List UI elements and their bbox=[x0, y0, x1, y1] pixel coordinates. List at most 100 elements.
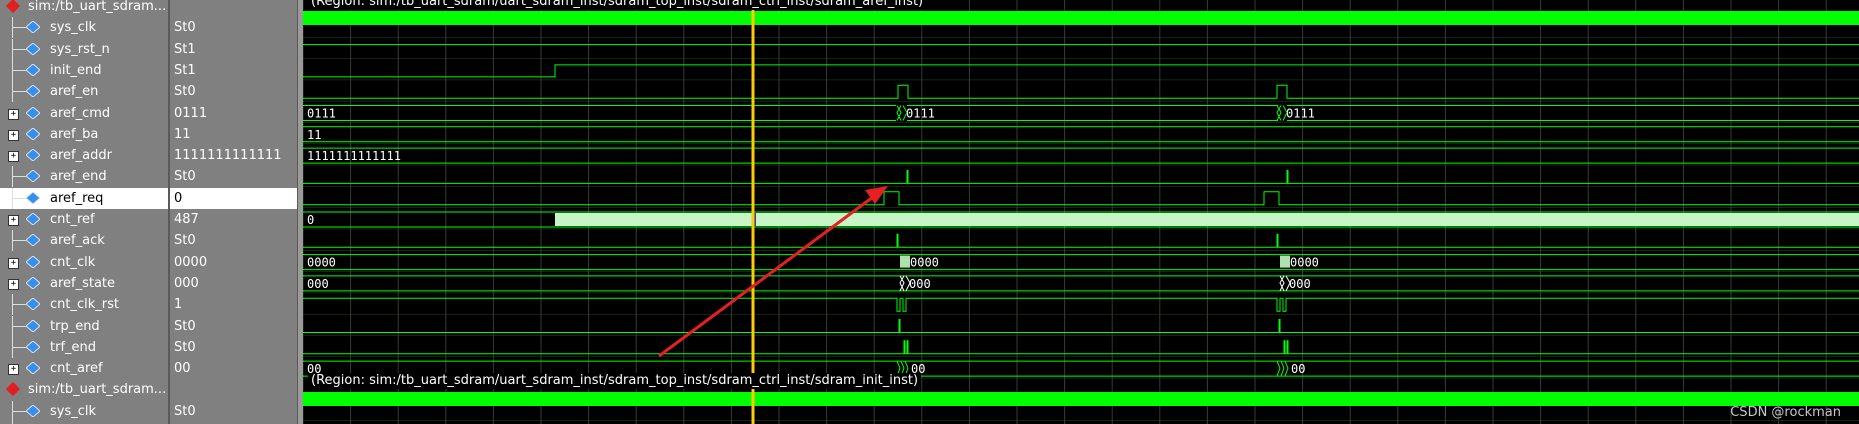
signal-name: aref_req bbox=[50, 190, 104, 206]
signal-row[interactable]: trp_end bbox=[0, 315, 168, 337]
region-label: (Region: sim:/tb_uart_sdram/uart_sdram_i… bbox=[308, 373, 922, 389]
signal-name: sys_rst_n bbox=[50, 41, 110, 57]
signal-value: 0 bbox=[170, 187, 297, 209]
signal-value: 0000 bbox=[174, 254, 208, 270]
bus-value-label: 00 bbox=[1291, 362, 1305, 376]
signal-icon bbox=[26, 234, 40, 247]
group-header[interactable]: sim:/tb_uart_sdram... bbox=[0, 0, 168, 17]
group-label: sim:/tb_uart_sdram... bbox=[28, 0, 167, 14]
signal-row[interactable]: sys_clk bbox=[0, 17, 168, 39]
signal-name: aref_end bbox=[50, 169, 107, 185]
signal-value: St0 bbox=[174, 20, 196, 36]
signal-name: aref_ba bbox=[50, 126, 99, 142]
signal-row[interactable]: init_end bbox=[0, 59, 168, 81]
signal-icon bbox=[26, 213, 40, 225]
signal-icon bbox=[26, 255, 40, 268]
signal-name: sys_clk bbox=[50, 403, 97, 419]
signal-name: aref_ack bbox=[50, 233, 105, 249]
signal-row[interactable]: aref_ack bbox=[0, 230, 168, 252]
signal-name: aref_en bbox=[50, 84, 99, 100]
bus-value-label: 0000 bbox=[307, 256, 336, 270]
signal-name: cnt_aref bbox=[50, 361, 103, 377]
signal-icon bbox=[26, 106, 40, 119]
signal-icon bbox=[26, 340, 40, 353]
signal-row[interactable]: aref_end bbox=[0, 166, 168, 188]
expand-icon[interactable]: + bbox=[8, 129, 19, 141]
signal-icon bbox=[26, 276, 40, 289]
signal-row[interactable]: + aref_cmd bbox=[0, 103, 168, 124]
expand-icon[interactable]: + bbox=[8, 151, 19, 163]
signal-name-pane: sim:/tb_uart_sdram... sys_clk sys_rst_nini… bbox=[0, 0, 168, 424]
signal-icon bbox=[26, 191, 40, 204]
expand-icon[interactable]: + bbox=[8, 108, 19, 120]
signal-icon bbox=[26, 404, 40, 417]
wave-trace bbox=[303, 84, 1859, 99]
waveform-pane[interactable]: 0111 0111 0111 11 1111111111111 0 0000 0000 0000… bbox=[303, 0, 1859, 424]
wave-trace bbox=[303, 233, 1859, 248]
signal-icon bbox=[26, 319, 40, 332]
signal-icon bbox=[26, 149, 40, 162]
bus-transition bbox=[1276, 360, 1289, 377]
signal-row[interactable]: aref_req bbox=[0, 187, 168, 209]
clock-bar bbox=[303, 392, 1859, 406]
signal-value: St0 bbox=[174, 339, 196, 355]
signal-name: aref_cmd bbox=[50, 105, 111, 121]
signal-row[interactable]: cnt_clk_rst bbox=[0, 294, 168, 316]
signal-row[interactable]: + cnt_clk bbox=[0, 252, 168, 273]
signal-icon bbox=[26, 127, 40, 140]
bus-value-label: 1111111111111 bbox=[307, 149, 401, 163]
signal-name: trf_end bbox=[50, 339, 97, 355]
expand-icon[interactable]: + bbox=[8, 215, 19, 226]
signal-value: St0 bbox=[174, 169, 196, 185]
signal-value: St1 bbox=[174, 62, 196, 78]
signal-row[interactable]: sys_rst_n bbox=[0, 38, 168, 60]
signal-value-pane: St0 St1 St1 St0 0111 11 1111111111111 St0 0 487 St… bbox=[170, 0, 297, 424]
bus-fill bbox=[900, 255, 910, 268]
wave-trace bbox=[303, 191, 1859, 206]
signal-row[interactable]: + aref_state bbox=[0, 273, 168, 294]
signal-row[interactable]: + aref_addr bbox=[0, 145, 168, 166]
group-header[interactable]: sim:/tb_uart_sdram... bbox=[0, 379, 168, 400]
bus-fill bbox=[555, 213, 1859, 226]
group-diamond-icon bbox=[5, 0, 21, 14]
clock-bar bbox=[303, 11, 1859, 25]
signal-value: 0111 bbox=[174, 105, 208, 121]
signal-name: sys_clk bbox=[50, 20, 97, 36]
signal-icon bbox=[26, 85, 40, 98]
signal-name: cnt_clk bbox=[50, 254, 96, 270]
bus-fill bbox=[1280, 255, 1290, 268]
signal-value: St0 bbox=[174, 403, 196, 419]
bus-value-label: 000 bbox=[1289, 277, 1311, 291]
signal-value: St0 bbox=[174, 233, 196, 249]
wave-trace bbox=[303, 319, 1859, 333]
wave-trace bbox=[303, 340, 1859, 355]
signal-name: cnt_ref bbox=[50, 212, 95, 227]
signal-icon bbox=[26, 298, 40, 311]
signal-value: 11 bbox=[174, 126, 191, 142]
wave-trace bbox=[303, 297, 1859, 312]
bus-value-label: 0000 bbox=[910, 256, 939, 270]
signal-value: St0 bbox=[174, 318, 196, 334]
wave-trace bbox=[303, 64, 1859, 78]
signal-icon bbox=[26, 170, 40, 183]
bus-value-label: 0 bbox=[307, 213, 314, 227]
bus-value-label: 0000 bbox=[1290, 256, 1319, 270]
expand-icon[interactable]: + bbox=[8, 364, 19, 376]
signal-value: 000 bbox=[174, 275, 199, 291]
signal-row[interactable]: + cnt_ref bbox=[0, 209, 168, 230]
signal-row[interactable]: + cnt_aref bbox=[0, 358, 168, 379]
signal-icon bbox=[26, 21, 40, 34]
signal-row[interactable]: + aref_ba bbox=[0, 124, 168, 145]
signal-icon bbox=[26, 362, 40, 375]
signal-row[interactable]: trf_end bbox=[0, 336, 168, 358]
signal-name: cnt_clk_rst bbox=[50, 297, 119, 313]
signal-value: 1 bbox=[174, 297, 183, 313]
group-diamond-icon bbox=[5, 382, 21, 397]
signal-name: trp_end bbox=[50, 318, 100, 334]
expand-icon[interactable]: + bbox=[8, 257, 19, 269]
expand-icon[interactable]: + bbox=[8, 278, 19, 290]
watermark: CSDN @rockman bbox=[1730, 405, 1841, 420]
signal-value: 1111111111111 bbox=[174, 148, 282, 164]
signal-row[interactable]: aref_en bbox=[0, 81, 168, 103]
signal-row[interactable]: sys_clk bbox=[0, 400, 168, 422]
